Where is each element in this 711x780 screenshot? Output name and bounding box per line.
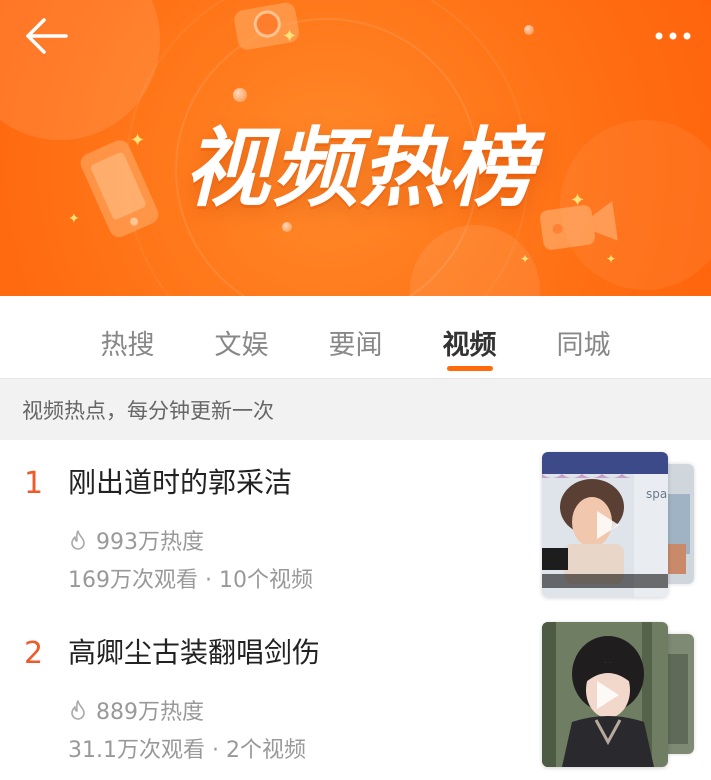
video-thumbnail[interactable] <box>542 622 702 767</box>
sparkle-icon: ✦ <box>570 190 586 211</box>
heat-value: 993万热度 <box>96 530 204 555</box>
header-banner: ✦ ✦ ✦ ✦ ✦ ✦ 视频热榜 <box>0 0 711 296</box>
heat-row: 993万热度 <box>68 524 204 556</box>
tab-label: 热搜 <box>100 330 155 361</box>
tab-video[interactable]: 视频 <box>413 296 527 378</box>
play-icon <box>597 510 619 539</box>
tab-entertainment[interactable]: 文娱 <box>185 296 299 378</box>
sparkle-icon: ✦ <box>520 252 531 266</box>
tab-label: 文娱 <box>214 330 269 361</box>
thumbnail-image <box>542 622 668 767</box>
heat-value: 889万热度 <box>96 700 204 725</box>
flame-icon <box>71 530 85 550</box>
tab-label: 视频 <box>442 330 497 361</box>
rank-number: 2 <box>24 636 44 671</box>
sparkle-icon: ✦ <box>606 252 617 266</box>
thumbnail-image: spa <box>542 452 668 597</box>
flame-icon <box>71 700 85 720</box>
rank-number: 1 <box>24 466 44 501</box>
item-title[interactable]: 高卿尘古装翻唱剑伤 <box>68 631 320 671</box>
list-item[interactable]: 2 高卿尘古装翻唱剑伤 889万热度 31.1万次观看 · 2个视频 <box>0 610 711 780</box>
video-thumbnail[interactable]: spa <box>542 452 702 597</box>
more-button[interactable] <box>651 18 695 54</box>
notice-text: 视频热点，每分钟更新一次 <box>22 398 274 423</box>
tab-bar: 热搜 文娱 要闻 视频 同城 <box>0 296 711 378</box>
active-tab-indicator <box>446 366 493 371</box>
heat-row: 889万热度 <box>68 694 204 726</box>
view-stats: 169万次观看 · 10个视频 <box>68 568 313 593</box>
tab-local[interactable]: 同城 <box>527 296 641 378</box>
more-dots-icon <box>655 32 691 40</box>
page-title: 视频热榜 <box>184 119 536 219</box>
sparkle-icon: ✦ <box>130 130 146 151</box>
list-item[interactable]: 1 刚出道时的郭采洁 993万热度 169万次观看 · 10个视频 spa <box>0 440 711 610</box>
sparkle-icon: ✦ <box>282 26 298 47</box>
back-button[interactable] <box>24 16 68 56</box>
svg-text:spa: spa <box>646 487 667 501</box>
arrow-left-icon <box>26 18 68 54</box>
tab-label: 要闻 <box>328 330 383 361</box>
tab-label: 同城 <box>556 330 611 361</box>
sparkle-icon: ✦ <box>68 211 80 227</box>
play-icon <box>597 680 619 709</box>
banner-decoration <box>282 222 292 232</box>
banner-decoration <box>524 25 534 35</box>
tab-news[interactable]: 要闻 <box>299 296 413 378</box>
item-title[interactable]: 刚出道时的郭采洁 <box>68 461 292 501</box>
view-stats: 31.1万次观看 · 2个视频 <box>68 738 306 763</box>
update-notice: 视频热点，每分钟更新一次 <box>0 378 711 440</box>
tab-hot-search[interactable]: 热搜 <box>71 296 185 378</box>
hot-video-list: 1 刚出道时的郭采洁 993万热度 169万次观看 · 10个视频 spa 2 … <box>0 440 711 780</box>
